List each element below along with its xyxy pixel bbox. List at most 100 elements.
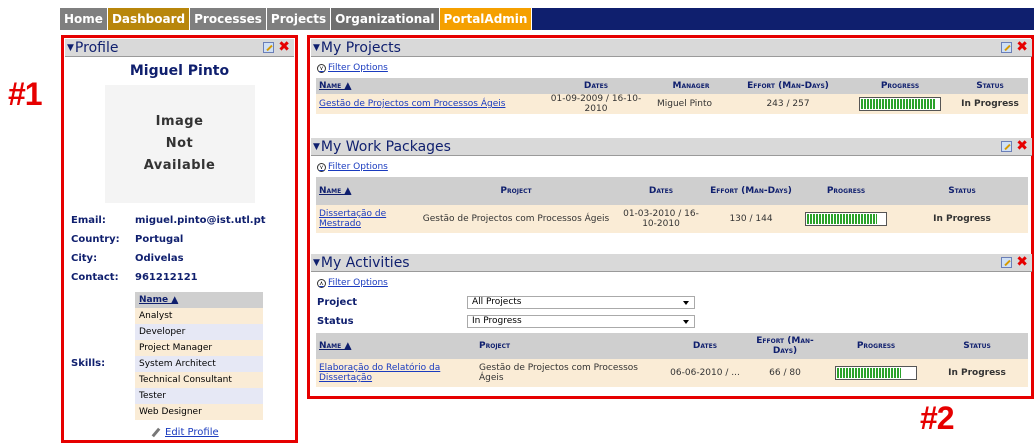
edit-icon[interactable] xyxy=(1001,41,1013,53)
photo-text-line: Available xyxy=(143,158,216,173)
edit-icon[interactable] xyxy=(263,41,275,53)
activity-progress xyxy=(826,359,926,387)
table-row: Gestão de Projectos com Processos Ágeis … xyxy=(316,94,1028,114)
progress-fill xyxy=(807,214,877,224)
edit-icon[interactable] xyxy=(1001,140,1013,152)
collapse-arrow-icon[interactable]: ▼ xyxy=(313,43,320,53)
country-value: Portugal xyxy=(135,234,184,245)
project-manager: Miguel Pinto xyxy=(654,94,728,114)
city-value: Odivelas xyxy=(135,253,184,264)
nav-tab-processes[interactable]: Processes xyxy=(190,8,267,30)
profile-title: Profile xyxy=(74,39,119,56)
close-icon[interactable]: ✖ xyxy=(278,40,290,54)
activities-table: Name ▲ Project Dates Effort (Man-Days) P… xyxy=(316,333,1028,387)
col-dates: Dates xyxy=(616,177,706,205)
nav-tab-projects[interactable]: Projects xyxy=(266,8,332,30)
pencil-icon xyxy=(151,427,161,437)
my-projects-portlet: ▼ My Projects ✖ ⋎ Filter Options Name ▲ D… xyxy=(311,39,1032,121)
email-label: Email: xyxy=(71,215,106,226)
filter-label: Filter Options xyxy=(328,162,388,172)
filter-collapse-icon: ⋏ xyxy=(317,278,326,288)
col-project: Project xyxy=(416,177,616,205)
project-filter-select[interactable]: All Projects xyxy=(467,296,695,309)
projects-title: My Projects xyxy=(320,39,401,56)
activities-filter-options[interactable]: ⋏ Filter Options xyxy=(317,277,1032,289)
col-project: Project xyxy=(476,333,666,359)
skills-label: Skills: xyxy=(71,358,106,369)
photo-text-line: Not xyxy=(165,136,194,151)
skill-item: Developer xyxy=(135,324,263,340)
main-nav: Home Dashboard Processes Projects Organi… xyxy=(60,8,1034,30)
edit-profile-label: Edit Profile xyxy=(165,427,219,438)
workpackage-effort: 130 / 144 xyxy=(706,205,796,233)
edit-icon[interactable] xyxy=(1001,256,1013,268)
skill-item: System Architect xyxy=(135,356,263,372)
nav-tab-portaladmin[interactable]: PortalAdmin xyxy=(439,8,533,30)
project-name-link[interactable]: Gestão de Projectos com Processos Ágeis xyxy=(316,94,538,114)
activity-dates: 06-06-2010 / ... xyxy=(666,359,744,387)
workpackage-dates: 01-03-2010 / 16-10-2010 xyxy=(616,205,706,233)
activity-effort: 66 / 80 xyxy=(744,359,826,387)
collapse-arrow-icon[interactable]: ▼ xyxy=(313,258,320,268)
country-label: Country: xyxy=(71,234,120,245)
col-effort: Effort (Man-Days) xyxy=(706,177,796,205)
project-dates: 01-09-2009 / 16-10-2010 xyxy=(538,94,654,114)
email-value: miguel.pinto@ist.utl.pt xyxy=(135,215,266,226)
filter-label: Filter Options xyxy=(328,63,388,73)
progress-bar xyxy=(835,366,917,380)
table-row: Elaboração do Relatório da Dissertação G… xyxy=(316,359,1028,387)
projects-filter-options[interactable]: ⋎ Filter Options xyxy=(317,62,1032,74)
col-name[interactable]: Name ▲ xyxy=(316,78,538,94)
status-filter-select[interactable]: In Progress xyxy=(467,315,695,328)
collapse-arrow-icon[interactable]: ▼ xyxy=(67,43,74,53)
skills-name-header[interactable]: Name ▲ xyxy=(135,292,263,308)
table-row: Dissertação de Mestrado Gestão de Projec… xyxy=(316,205,1028,233)
workpackage-project: Gestão de Projectos com Processos Ágeis xyxy=(416,205,616,233)
nav-tab-dashboard[interactable]: Dashboard xyxy=(107,8,191,30)
workpackage-name-link[interactable]: Dissertação de Mestrado xyxy=(316,205,416,233)
col-status: Status xyxy=(896,177,1028,205)
activities-filters: Project All Projects Status In Progress xyxy=(317,293,1032,331)
profile-photo-placeholder: Image Not Available xyxy=(104,85,255,203)
project-status: In Progress xyxy=(952,94,1028,114)
close-icon[interactable]: ✖ xyxy=(1016,139,1028,153)
close-icon[interactable]: ✖ xyxy=(1016,255,1028,269)
nav-tab-organizational[interactable]: Organizational xyxy=(331,8,440,30)
col-dates: Dates xyxy=(666,333,744,359)
profile-info: Email: miguel.pinto@ist.utl.pt Country: Po… xyxy=(71,211,291,287)
workpackages-header: ▼ My Work Packages ✖ xyxy=(311,138,1032,156)
col-status: Status xyxy=(952,78,1028,94)
my-activities-portlet: ▼ My Activities ✖ ⋏ Filter Options Projec… xyxy=(311,254,1032,399)
close-icon[interactable]: ✖ xyxy=(1016,40,1028,54)
activities-header: ▼ My Activities ✖ xyxy=(311,254,1032,272)
progress-bar xyxy=(859,97,941,111)
contact-label: Contact: xyxy=(71,272,119,283)
col-name[interactable]: Name ▲ xyxy=(316,333,476,359)
collapse-arrow-icon[interactable]: ▼ xyxy=(313,142,320,152)
edit-profile-link[interactable]: Edit Profile xyxy=(151,427,219,438)
annotation-one: #1 xyxy=(8,76,43,112)
project-progress xyxy=(848,94,952,114)
col-manager: Manager xyxy=(654,78,728,94)
workpackages-filter-options[interactable]: ⋎ Filter Options xyxy=(317,161,1032,173)
skill-item: Tester xyxy=(135,388,263,404)
annotation-two: #2 xyxy=(920,400,955,436)
workpackages-table: Name ▲ Project Dates Effort (Man-Days) P… xyxy=(316,177,1028,233)
nav-tab-home[interactable]: Home xyxy=(60,8,108,30)
city-label: City: xyxy=(71,253,98,264)
col-progress: Progress xyxy=(848,78,952,94)
status-filter-label: Status xyxy=(317,316,354,327)
profile-name: Miguel Pinto xyxy=(129,63,230,79)
col-name[interactable]: Name ▲ xyxy=(316,177,416,205)
col-effort: Effort (Man-Days) xyxy=(728,78,848,94)
projects-table: Name ▲ Dates Manager Effort (Man-Days) P… xyxy=(316,78,1028,114)
col-status: Status xyxy=(926,333,1028,359)
my-workpackages-portlet: ▼ My Work Packages ✖ ⋎ Filter Options Nam… xyxy=(311,138,1032,246)
progress-fill xyxy=(837,368,901,378)
activity-name-link[interactable]: Elaboração do Relatório da Dissertação xyxy=(316,359,476,387)
col-progress: Progress xyxy=(796,177,896,205)
skill-item: Project Manager xyxy=(135,340,263,356)
activity-project: Gestão de Projectos com Processos Ágeis xyxy=(476,359,666,387)
progress-bar xyxy=(805,212,887,226)
projects-header: ▼ My Projects ✖ xyxy=(311,39,1032,57)
